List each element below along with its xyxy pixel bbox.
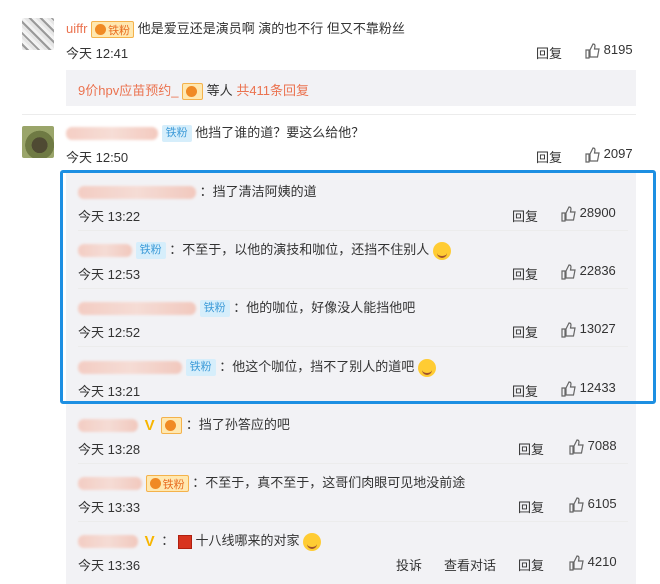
fan-badge bbox=[182, 83, 204, 101]
fan-badge bbox=[161, 417, 183, 435]
like-button[interactable]: 7088 bbox=[568, 438, 617, 455]
thumbs-up-icon bbox=[585, 146, 600, 163]
like-count: 4210 bbox=[587, 554, 617, 569]
reply-line: 铁粉 ：不至于，真不至于，这哥们肉眼可见地没前途 bbox=[78, 472, 466, 493]
reply-button[interactable]: 回复 bbox=[536, 43, 562, 62]
medal-icon bbox=[186, 86, 198, 98]
redacted-username bbox=[78, 419, 138, 433]
medal-icon bbox=[165, 420, 177, 432]
comment-text: 他是爱豆还是演员啊 演的也不行 但又不靠粉丝 bbox=[137, 21, 405, 36]
verified-v-icon: V bbox=[144, 416, 155, 434]
like-button[interactable]: 2097 bbox=[584, 146, 633, 163]
thumbs-up-icon bbox=[569, 496, 584, 513]
fan-badge: 铁粉 bbox=[145, 475, 189, 493]
username[interactable]: uiffr bbox=[66, 21, 87, 36]
redacted-username bbox=[78, 535, 138, 549]
like-button[interactable]: 4210 bbox=[568, 554, 617, 571]
like-button[interactable]: 6105 bbox=[568, 496, 617, 513]
sub-reply-middle: 等人 bbox=[206, 83, 233, 98]
fan-badge: 铁粉 bbox=[161, 125, 192, 143]
red-square-icon bbox=[177, 534, 192, 549]
medal-icon bbox=[149, 478, 161, 490]
thumbs-up-icon bbox=[569, 438, 584, 455]
view-all-replies-link[interactable]: 共411条回复 bbox=[236, 83, 309, 98]
like-count: 8195 bbox=[603, 42, 633, 57]
avatar[interactable] bbox=[22, 18, 54, 50]
divider bbox=[78, 463, 628, 464]
timestamp: 今天 12:41 bbox=[66, 46, 129, 61]
divider bbox=[78, 521, 628, 522]
reply-button[interactable]: 回复 bbox=[536, 147, 562, 166]
comment-text: 他挡了谁的道？要这么给他？ bbox=[195, 125, 365, 140]
fan-badge: 铁粉 bbox=[91, 21, 135, 39]
reply-button[interactable]: 回复 bbox=[518, 439, 544, 458]
sub-reply-summary-line: 9价hpv应苗预约_ 等人 共411条回复 bbox=[78, 80, 309, 101]
timestamp: 今天 13:28 bbox=[78, 442, 141, 457]
avatar[interactable] bbox=[22, 126, 54, 158]
highlight-frame bbox=[60, 170, 656, 404]
like-button[interactable]: 8195 bbox=[584, 42, 633, 59]
smile-emoji-icon bbox=[303, 532, 322, 551]
report-button[interactable]: 投诉 bbox=[396, 555, 422, 574]
thumbs-up-icon bbox=[585, 42, 600, 59]
medal-icon bbox=[95, 24, 107, 36]
thumbs-up-icon bbox=[569, 554, 584, 571]
reply-line: V ： 十八线哪来的对家 bbox=[78, 530, 322, 551]
reply-text: ：挡了孙答应的吧 bbox=[185, 417, 290, 432]
verified-v-icon: V bbox=[144, 532, 155, 550]
reply-button[interactable]: 回复 bbox=[518, 497, 544, 516]
timestamp: 今天 13:33 bbox=[78, 500, 141, 515]
reply-user-link[interactable]: 9价hpv应苗预约_ bbox=[78, 83, 178, 98]
comment-line: uiffr 铁粉 他是爱豆还是演员啊 演的也不行 但又不靠粉丝 bbox=[66, 18, 405, 39]
comment-line: 铁粉 他挡了谁的道？要这么给他？ bbox=[66, 122, 365, 143]
timestamp: 今天 12:50 bbox=[66, 150, 129, 165]
view-dialog-button[interactable]: 查看对话 bbox=[444, 555, 496, 574]
reply-text: 十八线哪来的对家 bbox=[195, 533, 300, 548]
redacted-username bbox=[66, 127, 158, 141]
divider bbox=[22, 114, 636, 115]
reply-text: ：不至于，真不至于，这哥们肉眼可见地没前途 bbox=[192, 475, 466, 490]
redacted-username bbox=[78, 477, 142, 491]
like-count: 7088 bbox=[587, 438, 617, 453]
reply-line: V ：挡了孙答应的吧 bbox=[78, 414, 290, 435]
timestamp: 今天 13:36 bbox=[78, 558, 141, 573]
reply-button[interactable]: 回复 bbox=[518, 555, 544, 574]
like-count: 6105 bbox=[587, 496, 617, 511]
like-count: 2097 bbox=[603, 146, 633, 161]
